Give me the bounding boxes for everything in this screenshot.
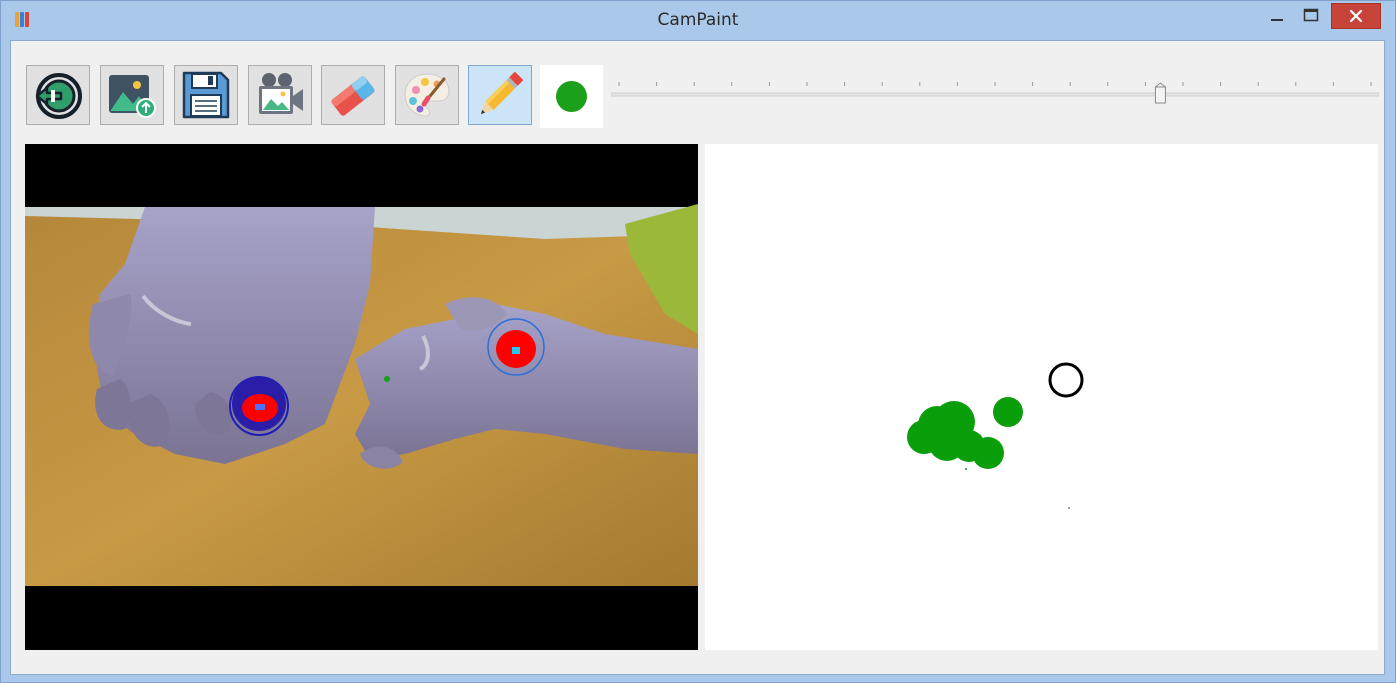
window-title: CamPaint [657,10,739,30]
camera-button[interactable] [248,65,312,125]
app-window: CamPaint [0,0,1396,683]
paint-dot [1068,507,1070,509]
save-button[interactable] [174,65,238,125]
paint-dot [965,468,967,470]
paint-stroke [972,437,1004,469]
camera-feed-panel [25,144,698,650]
exit-icon [35,73,82,119]
current-color-indicator[interactable] [540,65,603,128]
minimize-button[interactable] [1263,3,1291,29]
slider-track [611,92,1379,97]
pencil-button[interactable] [468,65,532,125]
palette-icon [404,73,450,117]
slider-ticks [618,82,1372,86]
maximize-icon [1303,8,1319,22]
minimize-icon [1271,19,1283,21]
title-bar[interactable]: CamPaint [1,1,1395,39]
slider-thumb[interactable] [1154,82,1166,104]
brush-cursor [1048,362,1084,398]
marker-center [255,404,265,410]
eraser-icon [331,76,375,116]
close-icon [1349,9,1363,23]
color-palette-button[interactable] [395,65,459,125]
image-upload-icon [109,75,156,118]
video-camera-icon [259,73,303,114]
marker-center [512,347,520,354]
brush-size-slider[interactable] [611,79,1379,109]
color-swatch [556,81,587,112]
paint-stroke [993,397,1023,427]
eraser-button[interactable] [321,65,385,125]
load-image-button[interactable] [100,65,164,125]
floppy-disk-icon [182,71,230,119]
exit-button[interactable] [26,65,90,125]
paint-strokes [907,397,1070,509]
maximize-button[interactable] [1297,3,1325,29]
tracked-point [384,376,390,382]
pencil-icon [480,71,524,115]
main-client-area [10,40,1385,675]
webcam-frame [25,204,698,586]
close-button[interactable] [1331,3,1381,29]
drawing-canvas-panel[interactable] [705,144,1378,650]
paint-canvas[interactable] [705,144,1378,650]
